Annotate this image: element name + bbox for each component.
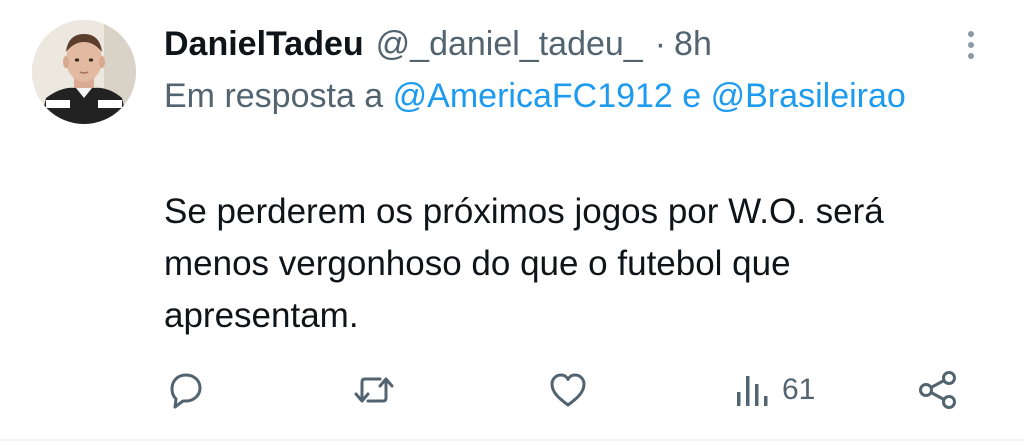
retweet-button[interactable] bbox=[352, 362, 396, 418]
share-icon bbox=[919, 371, 956, 409]
tweet-header: DanielTadeu @_daniel_tadeu_ · 8h bbox=[164, 20, 954, 68]
more-vertical-icon bbox=[968, 31, 974, 59]
avatar-photo bbox=[32, 20, 136, 124]
mention-link-americafc[interactable]: @AmericaFC1912 bbox=[393, 77, 673, 115]
tweet-timestamp[interactable]: 8h bbox=[674, 25, 712, 64]
like-button[interactable] bbox=[546, 362, 590, 418]
avatar[interactable] bbox=[32, 20, 136, 124]
views-count: 61 bbox=[782, 373, 816, 406]
retweet-icon bbox=[354, 377, 394, 403]
tweet-card[interactable]: DanielTadeu @_daniel_tadeu_ · 8h Em resp… bbox=[0, 0, 1024, 441]
author-display-name[interactable]: DanielTadeu bbox=[164, 25, 364, 64]
bottom-divider bbox=[0, 439, 1024, 441]
reply-button[interactable] bbox=[164, 362, 208, 418]
reply-icon bbox=[170, 373, 202, 409]
tweet-text: Se perderem os próximos jogos por W.O. s… bbox=[164, 192, 884, 335]
reply-conjunction: e bbox=[682, 77, 702, 115]
action-bar: 61 bbox=[0, 362, 1024, 418]
share-button[interactable] bbox=[916, 362, 960, 418]
like-icon bbox=[550, 373, 586, 407]
author-handle[interactable]: @_daniel_tadeu_ bbox=[376, 25, 643, 64]
header-separator: · bbox=[654, 24, 667, 63]
more-options-button[interactable] bbox=[956, 26, 986, 66]
views-button[interactable]: 61 bbox=[730, 362, 815, 418]
reply-prefix: Em resposta a bbox=[164, 77, 384, 115]
mention-link-brasileirao[interactable]: @Brasileirao bbox=[711, 77, 906, 115]
views-icon bbox=[737, 376, 768, 406]
reply-context: Em resposta a @AmericaFC1912 e @Brasilei… bbox=[164, 72, 984, 120]
